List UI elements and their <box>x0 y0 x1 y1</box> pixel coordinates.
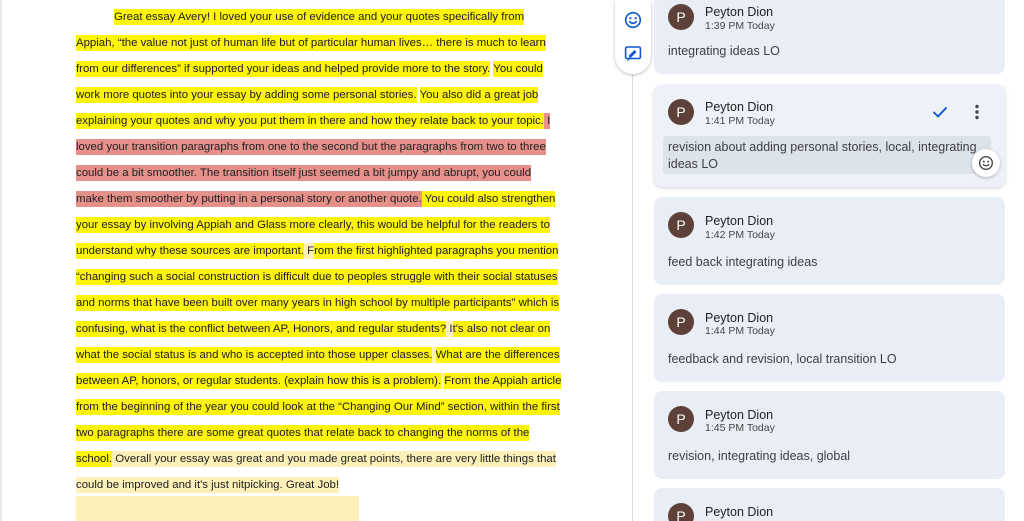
comment-author: Peyton Dion <box>705 100 774 114</box>
emoji-reaction-icon[interactable] <box>624 11 642 29</box>
suggest-edit-icon[interactable] <box>624 45 642 63</box>
avatar: P <box>668 406 694 432</box>
text-segment-9[interactable]: I <box>446 321 453 337</box>
comment-time: 1:39 PM Today <box>705 20 775 32</box>
comment-author: Peyton Dion <box>705 311 774 325</box>
text-segment-15[interactable]: Overall your essay was great and you mad… <box>76 451 556 493</box>
comment-card[interactable]: P Peyton Dion 1:39 PM Today integrating … <box>654 0 1005 74</box>
comment-card[interactable]: P Peyton Dion 1:45 PM Today revision, in… <box>654 391 1005 479</box>
avatar: P <box>668 503 694 521</box>
avatar: P <box>668 212 694 238</box>
comment-card[interactable]: P Peyton Dion 1:44 PM Today feedback and… <box>654 294 1005 382</box>
comment-author: Peyton Dion <box>705 505 774 519</box>
essay-feedback-paragraph[interactable]: Great essay Avery! I loved your use of e… <box>76 4 562 498</box>
comment-card[interactable]: P Peyton Dion <box>654 488 1005 521</box>
floating-actions <box>615 0 651 74</box>
comment-text-box[interactable]: revision about adding personal stories, … <box>663 136 991 174</box>
emoji-icon <box>978 155 994 171</box>
comment-author: Peyton Dion <box>705 5 774 19</box>
more-options-icon[interactable] <box>970 103 984 121</box>
highlight-pale-block <box>76 496 359 521</box>
comment-time: 1:42 PM Today <box>705 229 775 241</box>
resolve-check-icon[interactable] <box>931 103 949 121</box>
comment-text: feed back integrating ideas <box>668 255 818 269</box>
comment-card[interactable]: P Peyton Dion 1:42 PM Today feed back in… <box>654 197 1005 285</box>
page-edge <box>0 0 2 521</box>
comment-text: feedback and revision, local transition … <box>668 352 897 366</box>
add-reaction-button[interactable] <box>972 149 1000 177</box>
comment-text: integrating ideas LO <box>668 44 780 58</box>
comment-author: Peyton Dion <box>705 408 774 422</box>
comment-text: revision about adding personal stories, … <box>668 140 977 171</box>
text-segment-7[interactable]: F <box>303 243 315 259</box>
comments-divider <box>632 0 633 521</box>
avatar: P <box>668 309 694 335</box>
comment-time: 1:44 PM Today <box>705 325 775 337</box>
avatar: P <box>668 99 694 125</box>
comment-text: revision, integrating ideas, global <box>668 449 851 463</box>
comment-time: 1:41 PM Today <box>705 115 775 127</box>
text-segment-0[interactable]: Great essay Avery! I loved your use of e… <box>76 9 546 77</box>
comment-card-active[interactable]: P Peyton Dion 1:41 PM Today revision abo… <box>654 85 1005 187</box>
comment-time: 1:45 PM Today <box>705 422 775 434</box>
avatar: P <box>668 4 694 30</box>
comment-author: Peyton Dion <box>705 214 774 228</box>
document-page[interactable]: Great essay Avery! I loved your use of e… <box>0 0 632 521</box>
